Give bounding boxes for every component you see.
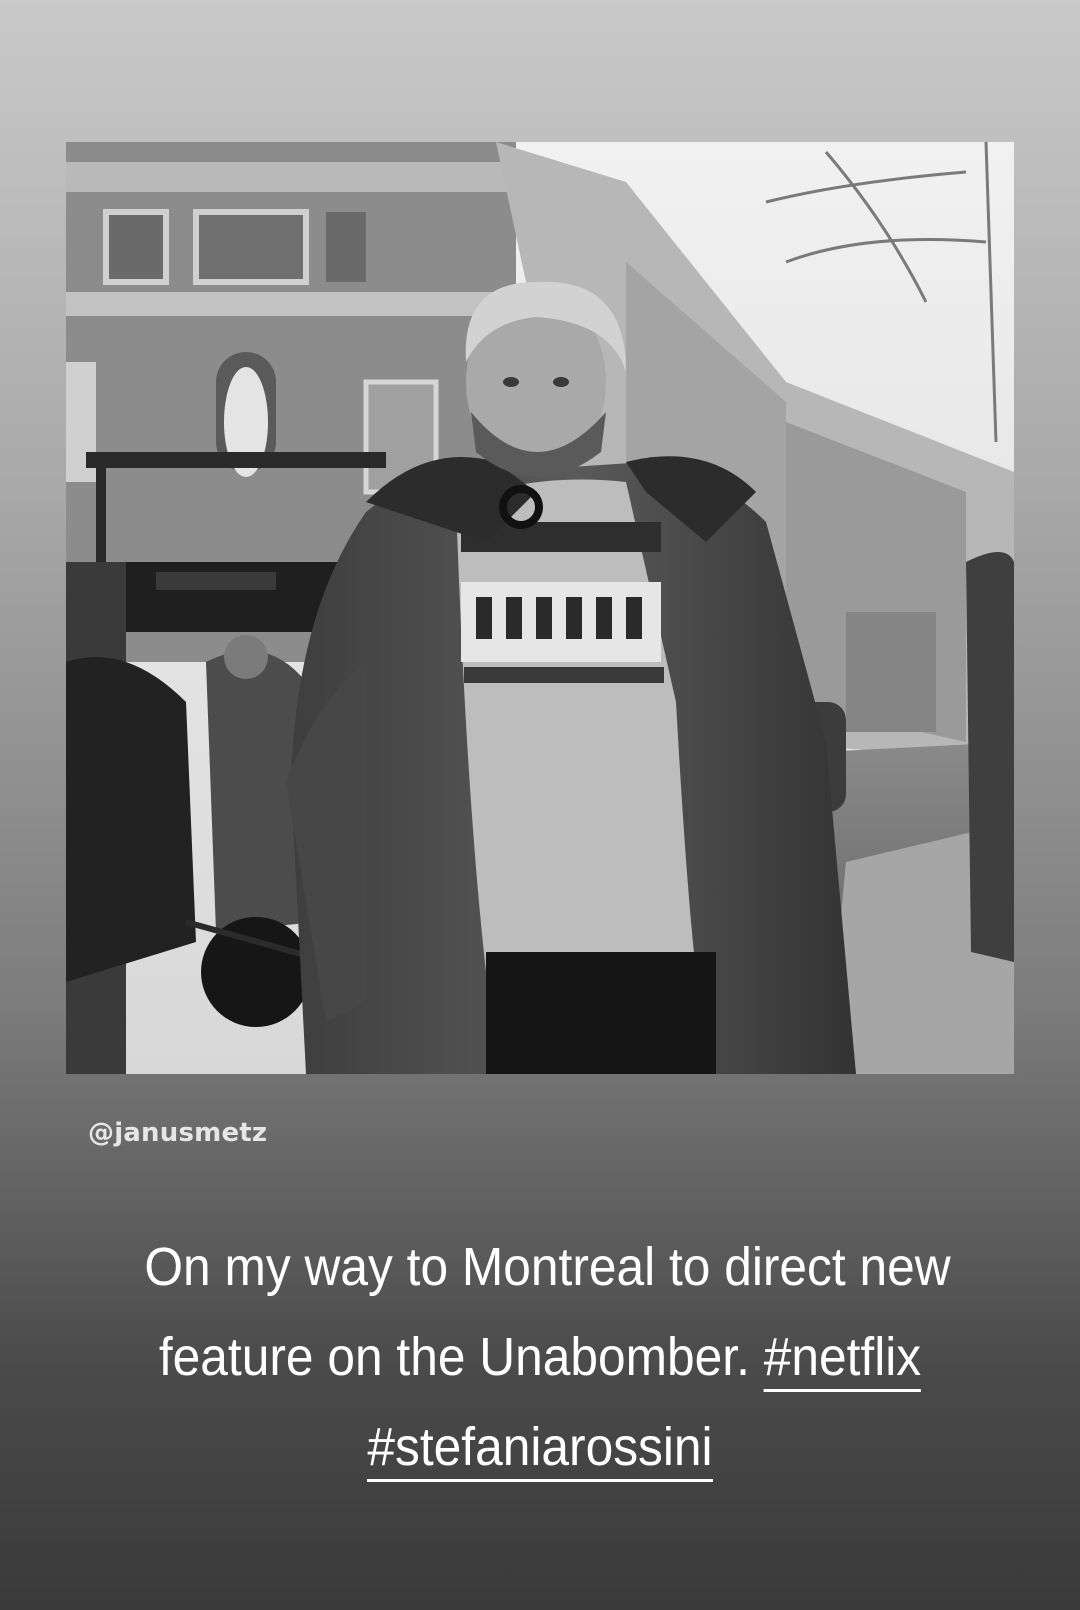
street-portrait-image [66,142,1014,1074]
hashtag-netflix[interactable]: #netflix [763,1327,922,1392]
caption-line-3: #stefaniarossini [144,1402,935,1492]
story-photo [66,142,1014,1074]
story-viewer: @janusmetz On my way to Montreal to dire… [0,0,1080,1610]
pedestrian-right [966,552,1014,962]
caption-line-2-text: feature on the Unabomber. [158,1327,750,1387]
story-caption: On my way to Montreal to direct new feat… [144,1222,951,1492]
caption-line-2: feature on the Unabomber. #netflix [144,1312,935,1402]
mention-tag[interactable]: @janusmetz [88,1118,267,1148]
caption-line-1: On my way to Montreal to direct new [144,1237,951,1297]
hashtag-stefaniarossini[interactable]: #stefaniarossini [367,1417,713,1482]
